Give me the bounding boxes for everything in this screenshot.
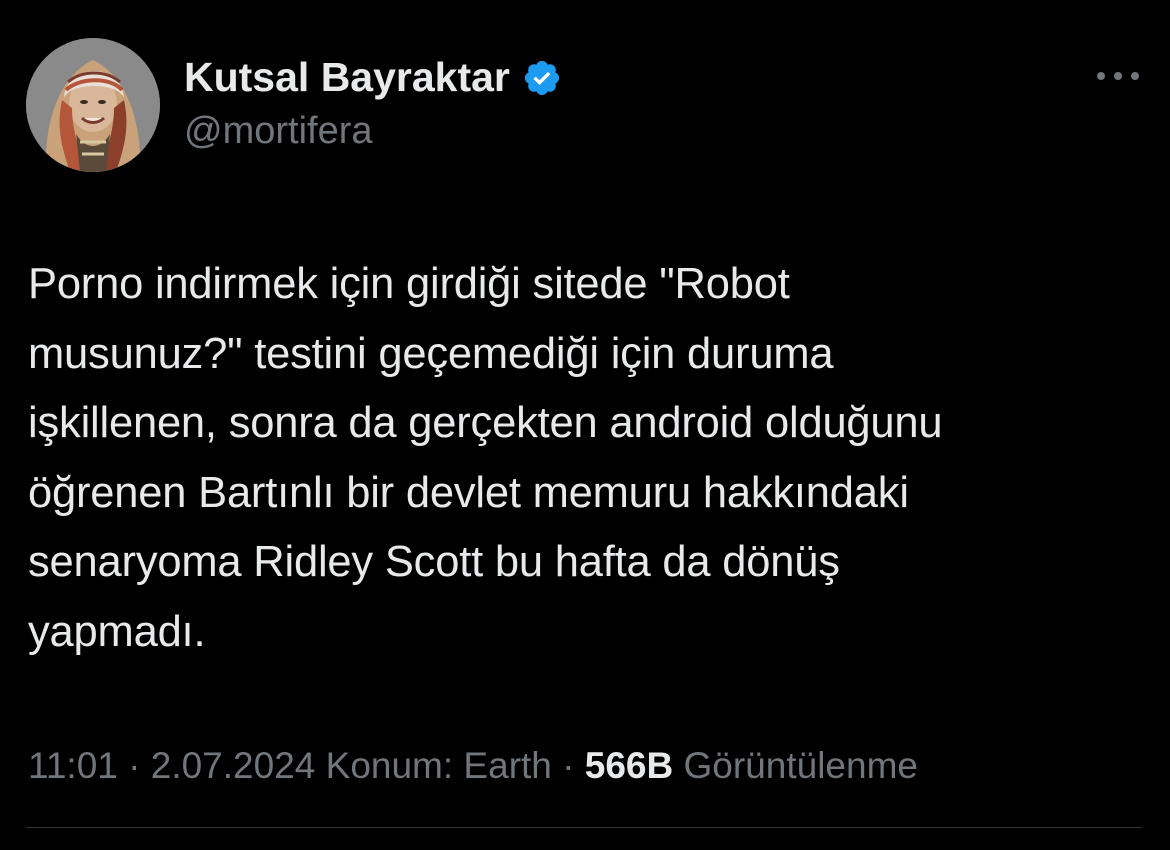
tweet-meta: 11:01 · 2.07.2024 Konum: Earth · 566B Gö… xyxy=(28,742,918,790)
views-count: 566B xyxy=(584,745,674,786)
avatar-image xyxy=(26,38,160,172)
more-options-button[interactable] xyxy=(1094,60,1142,92)
verified-badge-icon[interactable] xyxy=(522,58,562,98)
author-display-name[interactable]: Kutsal Bayraktar xyxy=(184,52,510,102)
meta-separator: · xyxy=(128,745,141,786)
author-name-row: Kutsal Bayraktar xyxy=(184,52,562,102)
tweet-text: Porno indirmek için girdiği sitede "Robo… xyxy=(28,260,943,656)
tweet-time[interactable]: 11:01 xyxy=(28,745,118,786)
meta-separator: · xyxy=(562,745,575,786)
author-handle[interactable]: @mortifera xyxy=(184,108,373,154)
divider xyxy=(26,827,1142,828)
tweet-date[interactable]: 2.07.2024 xyxy=(151,745,316,786)
more-horizontal-icon xyxy=(1097,72,1139,80)
avatar[interactable] xyxy=(26,38,160,172)
tweet-location: Konum: Earth xyxy=(325,745,552,786)
views-label: Görüntülenme xyxy=(683,745,918,786)
